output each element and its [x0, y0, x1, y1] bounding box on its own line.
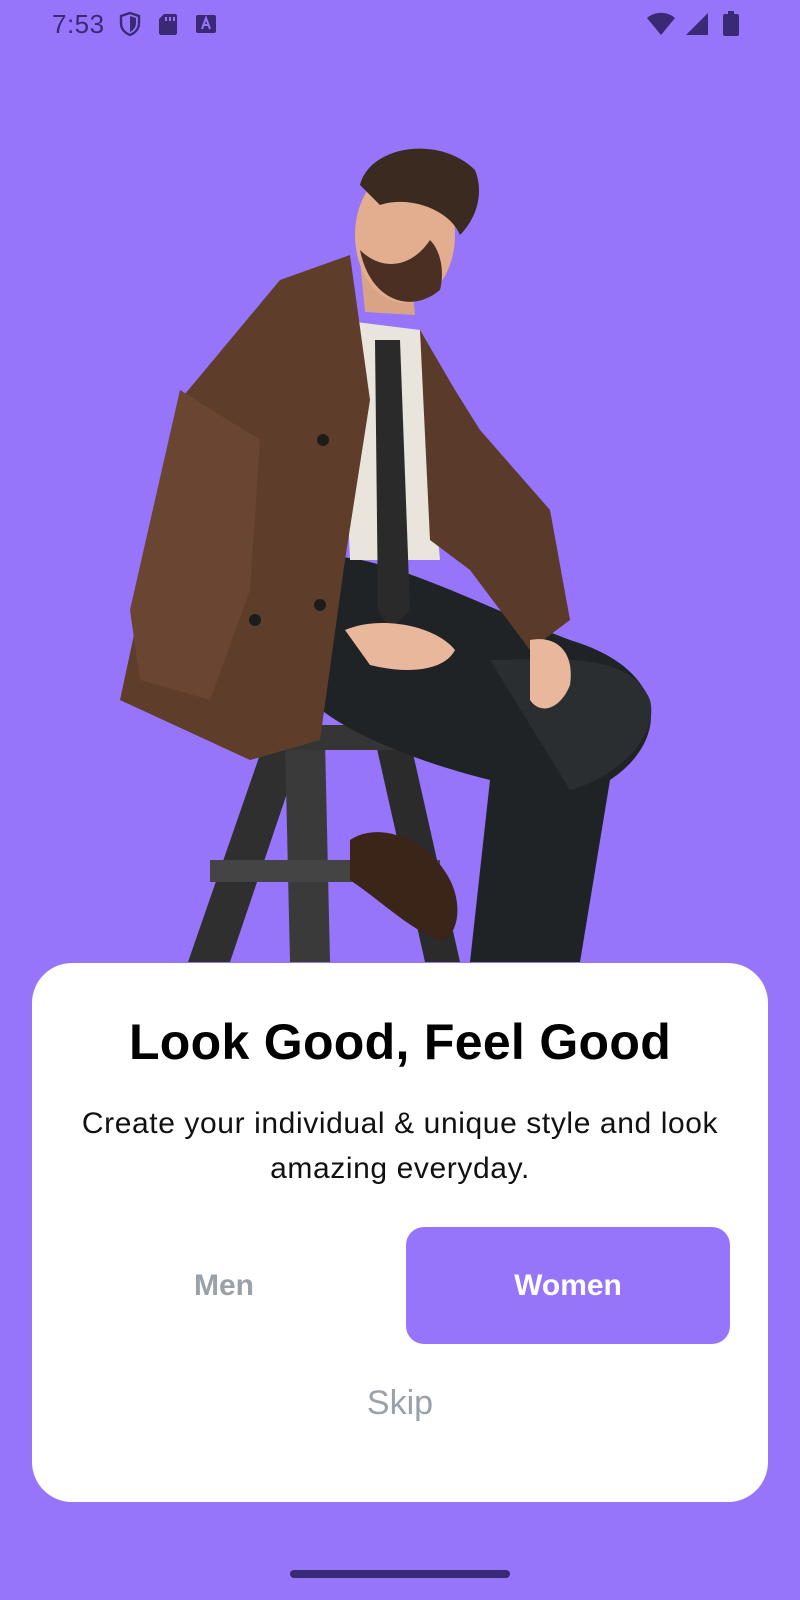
keyboard-a-icon — [193, 11, 219, 37]
status-bar: 7:53 — [0, 0, 800, 48]
card-subtitle: Create your individual & unique style an… — [62, 1101, 738, 1191]
status-right-group — [646, 11, 748, 37]
shield-icon — [117, 11, 143, 37]
sd-card-icon — [155, 11, 181, 37]
card-title: Look Good, Feel Good — [128, 1014, 672, 1070]
subtitle-line-1: Create your individual & unique style an… — [81, 1107, 719, 1140]
men-button[interactable]: Men — [62, 1227, 386, 1344]
status-time: 7:53 — [52, 8, 105, 39]
onboarding-card: Look Good, Feel Good Create your individ… — [32, 963, 768, 1502]
wifi-icon — [646, 11, 675, 37]
home-indicator[interactable] — [290, 1570, 510, 1578]
battery-icon — [722, 11, 748, 37]
cellular-signal-icon — [684, 11, 710, 37]
status-left-group: 7:53 — [52, 9, 219, 40]
hero-illustration — [110, 140, 690, 962]
skip-button[interactable]: Skip — [300, 1363, 500, 1443]
trousers-illustration — [310, 556, 652, 962]
subtitle-line-2: amazing everyday. — [270, 1152, 530, 1185]
women-button[interactable]: Women — [406, 1227, 730, 1344]
